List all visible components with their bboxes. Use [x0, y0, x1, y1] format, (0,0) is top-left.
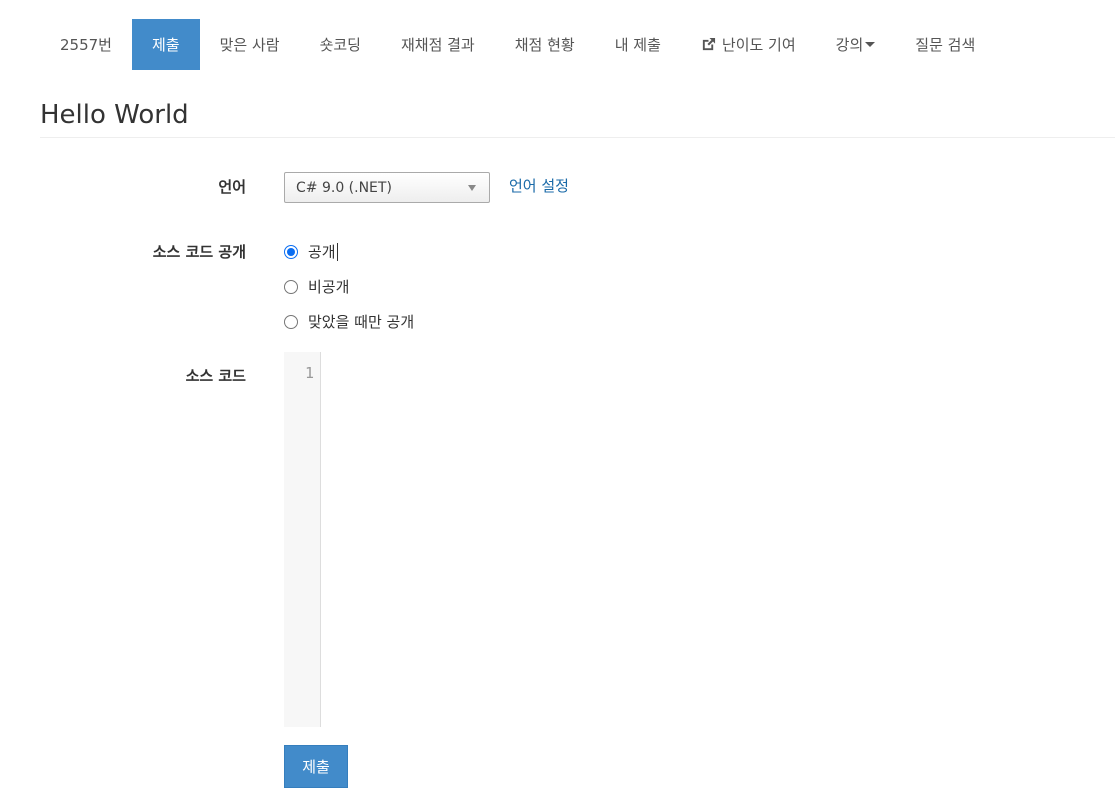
nav-label: 숏코딩 — [319, 36, 361, 54]
language-select-value: C# 9.0 (.NET) — [296, 179, 392, 196]
radio-button-checked[interactable] — [284, 244, 298, 259]
radio-label: 공개 — [308, 243, 336, 261]
source-code-editor[interactable]: 1 — [284, 352, 1115, 727]
select-arrow-icon — [468, 185, 476, 191]
editor-gutter: 1 — [284, 352, 321, 727]
nav-difficulty-contribution[interactable]: 난이도 기여 — [681, 19, 816, 70]
language-settings-link[interactable]: 언어 설정 — [509, 175, 569, 196]
nav-problem-number[interactable]: 2557번 — [40, 19, 132, 70]
nav-label: 내 제출 — [614, 36, 661, 54]
radio-label: 맞았을 때만 공개 — [308, 313, 415, 331]
nav-submit-tab[interactable]: 제출 — [131, 19, 200, 70]
caret-down-icon — [865, 42, 876, 47]
radio-label: 비공개 — [308, 278, 350, 296]
nav-label: 재채점 결과 — [400, 36, 475, 54]
title-divider — [40, 137, 1115, 138]
radio-button[interactable] — [284, 279, 298, 294]
nav-label: 난이도 기여 — [721, 36, 796, 54]
nav-label: 제출 — [151, 36, 180, 54]
nav-lectures-dropdown[interactable]: 강의 — [816, 19, 896, 70]
nav-my-submissions[interactable]: 내 제출 — [595, 19, 681, 70]
nav-short-coding[interactable]: 숏코딩 — [300, 19, 381, 70]
line-number: 1 — [304, 364, 314, 382]
source-code-label: 소스 코드 — [185, 367, 246, 385]
nav-label: 2557번 — [60, 36, 112, 54]
visibility-option-accepted-only[interactable]: 맞았을 때만 공개 — [284, 311, 414, 332]
external-link-icon — [702, 37, 715, 51]
visibility-option-public[interactable]: 공개 — [284, 241, 338, 262]
nav-label: 맞은 사람 — [219, 36, 280, 54]
nav-label: 채점 현황 — [514, 36, 575, 54]
nav-label: 질문 검색 — [915, 36, 976, 54]
visibility-option-private[interactable]: 비공개 — [284, 276, 349, 297]
visibility-label: 소스 코드 공개 — [152, 243, 246, 261]
nav-question-search[interactable]: 질문 검색 — [895, 19, 995, 70]
language-label: 언어 — [218, 178, 246, 196]
nav-judge-status[interactable]: 채점 현황 — [495, 19, 595, 70]
submit-button[interactable]: 제출 — [284, 745, 348, 788]
language-select[interactable]: C# 9.0 (.NET) — [284, 172, 490, 203]
nav-label: 강의 — [835, 36, 864, 54]
text-cursor — [336, 242, 338, 261]
nav-rejudge-results[interactable]: 재채점 결과 — [381, 19, 495, 70]
page-title: Hello World — [40, 100, 189, 130]
radio-button[interactable] — [284, 314, 298, 329]
nav-correct-users[interactable]: 맞은 사람 — [200, 19, 300, 70]
problem-nav: 2557번 제출 맞은 사람 숏코딩 재채점 결과 채점 현황 내 제출 난이도… — [40, 19, 995, 70]
